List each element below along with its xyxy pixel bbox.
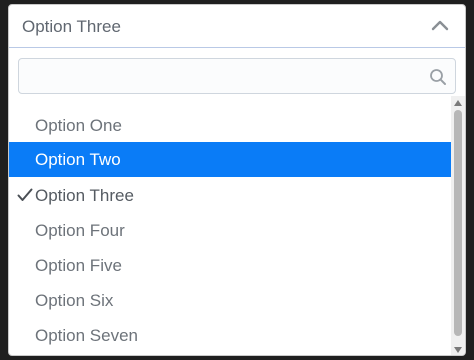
list-item-selected[interactable]: Option Three: [9, 178, 451, 213]
search-field[interactable]: [18, 58, 456, 94]
option-label: Option Three: [35, 186, 134, 205]
dropdown-select[interactable]: Option Three Option One Option Two Optio…: [8, 4, 466, 356]
window-background: Option Three Option One Option Two Optio…: [0, 0, 474, 360]
selected-value: Option Three: [22, 17, 121, 36]
option-label: Option One: [35, 116, 122, 135]
search-icon: [430, 69, 446, 85]
list-item[interactable]: Option One: [9, 108, 451, 143]
options-scrollbar[interactable]: [451, 96, 465, 355]
list-item[interactable]: Option Four: [9, 213, 451, 248]
options-list: Option One Option Two Option Three Optio…: [9, 104, 451, 355]
option-label: Option Two: [35, 150, 121, 169]
scroll-thumb[interactable]: [454, 110, 462, 336]
list-item[interactable]: Option Five: [9, 248, 451, 283]
option-label: Option Five: [35, 256, 122, 275]
list-item[interactable]: Option Seven: [9, 318, 451, 353]
chevron-up-icon[interactable]: [431, 19, 449, 31]
option-label: Option Four: [35, 221, 125, 240]
scroll-up-arrow-icon[interactable]: [454, 100, 462, 106]
list-item[interactable]: Option Six: [9, 283, 451, 318]
check-icon: [17, 188, 33, 201]
option-label: Option Seven: [35, 326, 139, 345]
option-label: Option Six: [35, 291, 114, 310]
list-item-highlighted[interactable]: Option Two: [9, 142, 451, 177]
dropdown-header[interactable]: Option Three: [9, 5, 465, 48]
scroll-down-arrow-icon[interactable]: [454, 347, 462, 353]
search-input[interactable]: [19, 59, 455, 93]
